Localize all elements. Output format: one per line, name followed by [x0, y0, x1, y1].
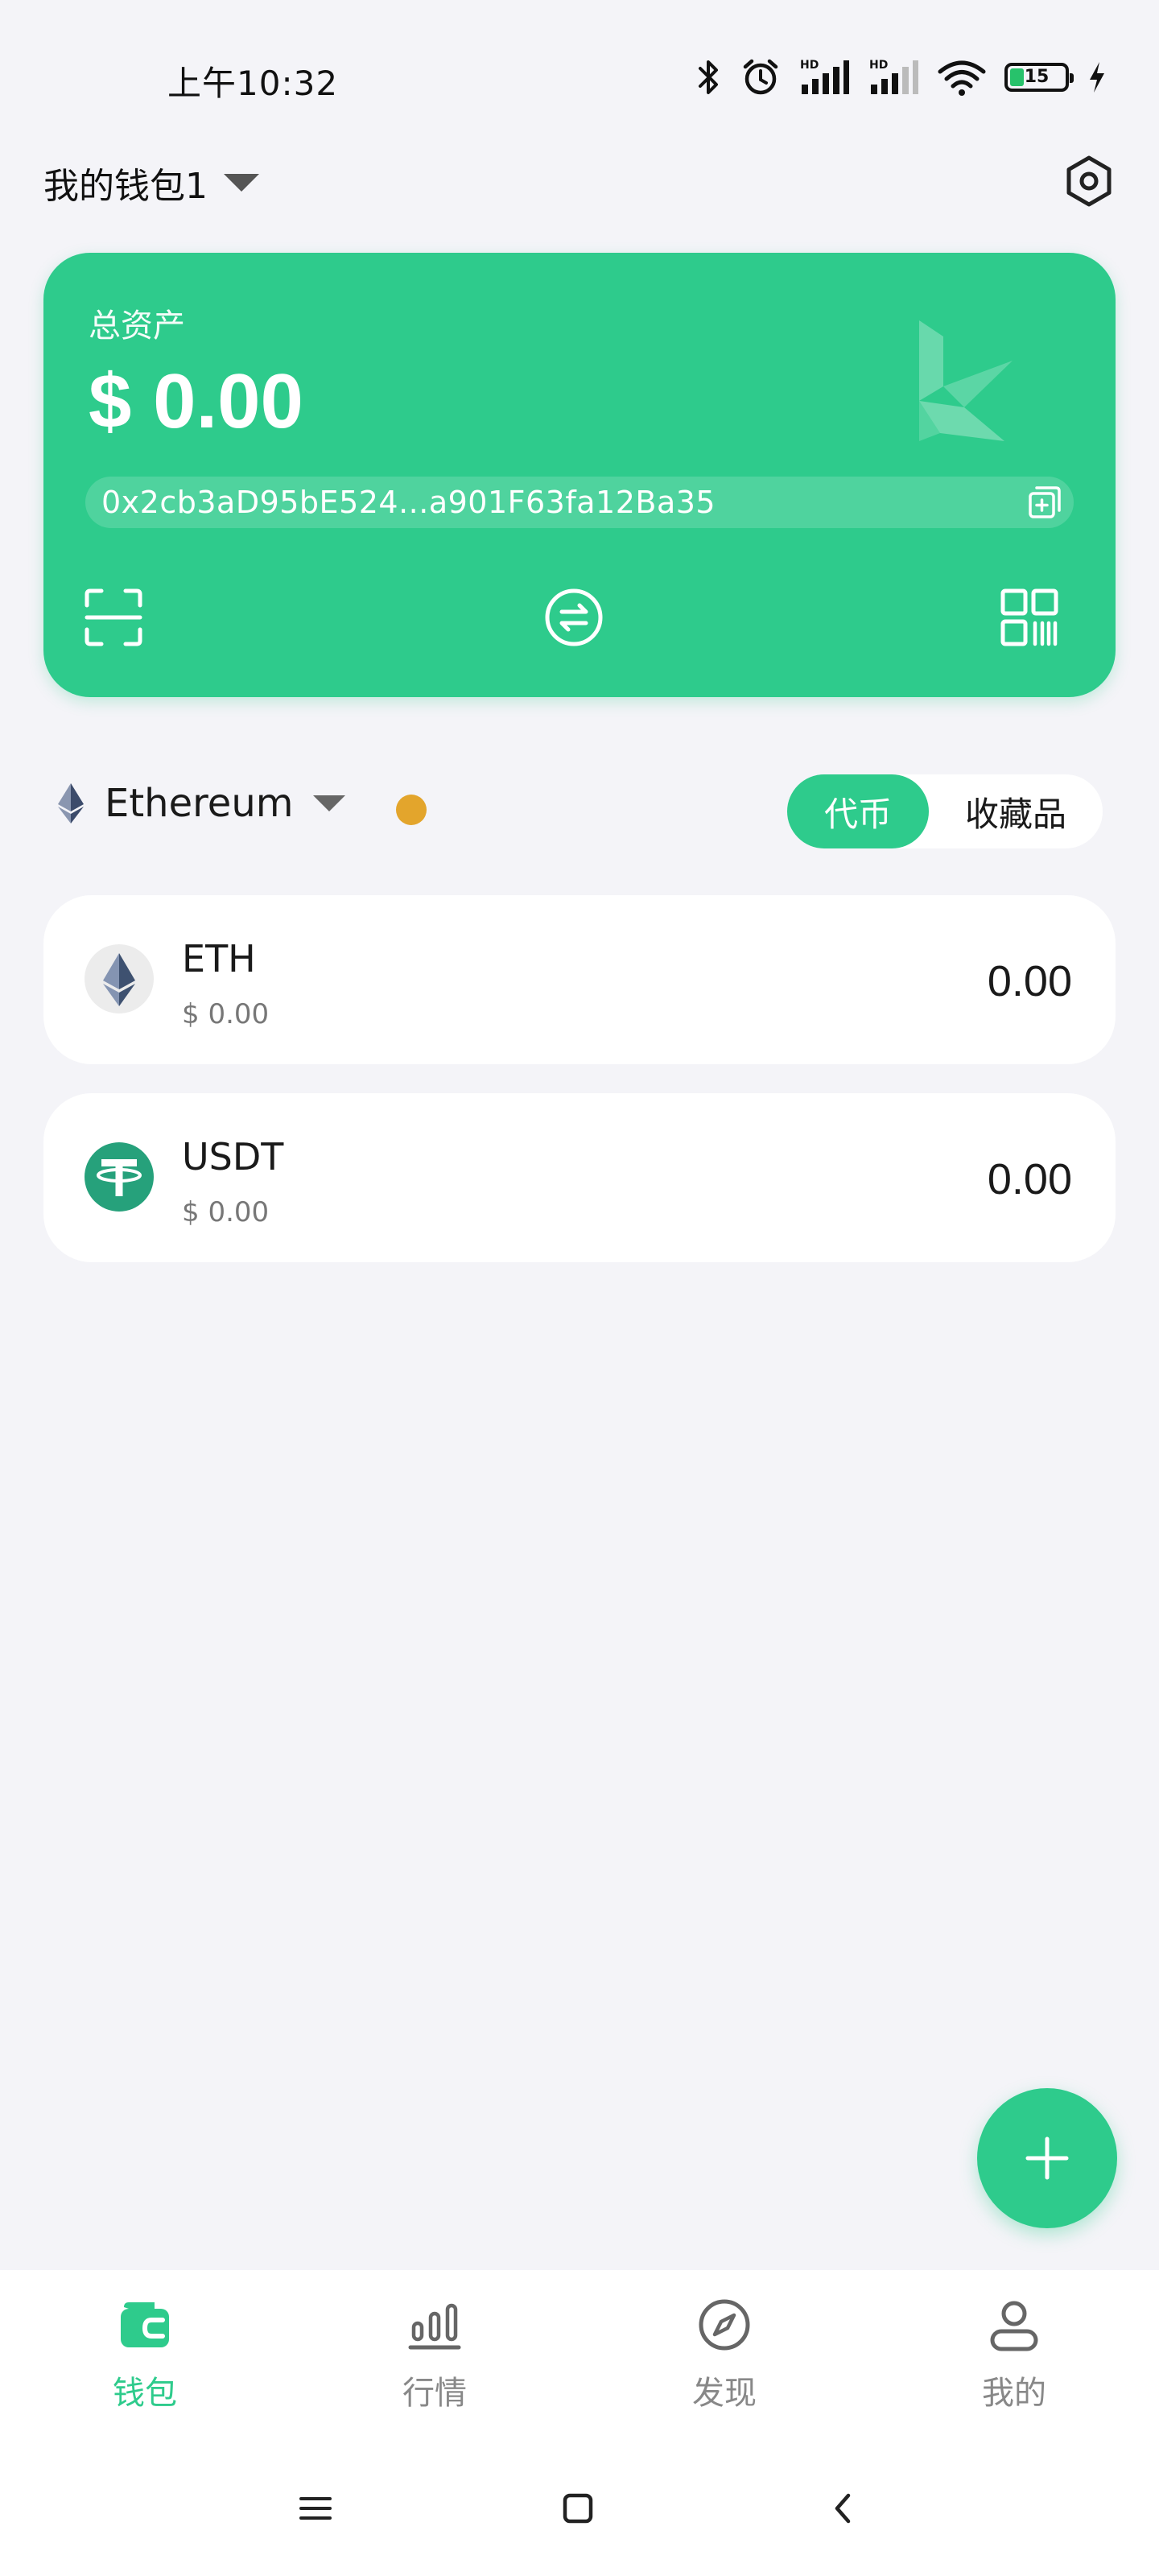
nav-label: 行情 — [402, 2375, 467, 2412]
token-row-eth[interactable]: ETH $ 0.00 0.00 — [43, 895, 1116, 1064]
token-row-usdt[interactable]: USDT $ 0.00 0.00 — [43, 1093, 1116, 1262]
copy-icon[interactable] — [1027, 485, 1062, 520]
token-fiat-value: $ 0.00 — [182, 998, 270, 1030]
total-assets-label: 总资产 — [89, 308, 185, 345]
network-status-dot — [396, 795, 427, 825]
wallet-address-bar[interactable]: 0x2cb3aD95bE524...a901F63fa12Ba35 — [85, 477, 1074, 528]
status-bar: 上午10:32 HD HD 15 — [0, 0, 1159, 153]
system-navigation-bar — [0, 2447, 1159, 2576]
scan-icon[interactable] — [84, 588, 143, 647]
chevron-down-icon — [312, 795, 345, 811]
signal-hd-2-icon: HD — [869, 59, 918, 94]
tether-icon — [85, 1142, 154, 1212]
charging-icon — [1090, 62, 1104, 93]
nav-item-wallet[interactable]: 钱包 — [0, 2270, 290, 2447]
settings-hexagon-icon[interactable] — [1061, 153, 1117, 209]
network-name: Ethereum — [105, 781, 294, 826]
asset-type-tabs: 代币 收藏品 — [787, 774, 1103, 848]
nav-label: 发现 — [692, 2375, 757, 2412]
svg-text:HD: HD — [869, 59, 888, 72]
battery-indicator: 15 — [1004, 63, 1074, 92]
tab-tokens[interactable]: 代币 — [787, 774, 929, 848]
plus-icon — [1025, 2136, 1069, 2180]
svg-text:HD: HD — [800, 59, 819, 72]
add-token-button[interactable] — [977, 2088, 1117, 2228]
nav-item-market[interactable]: 行情 — [290, 2270, 580, 2447]
token-symbol: ETH — [182, 937, 256, 980]
nav-item-discover[interactable]: 发现 — [580, 2270, 869, 2447]
token-balance: 0.00 — [987, 1155, 1072, 1203]
chart-bars-icon — [408, 2303, 461, 2350]
total-assets-value: $ 0.00 — [89, 358, 303, 444]
back-icon[interactable] — [819, 2484, 868, 2533]
wifi-icon — [938, 60, 986, 96]
asset-card: 总资产 $ 0.00 0x2cb3aD95bE524...a901F63fa12… — [43, 253, 1116, 697]
compass-icon — [699, 2299, 750, 2351]
menu-icon[interactable] — [291, 2484, 340, 2533]
bluetooth-icon — [699, 60, 718, 94]
token-fiat-value: $ 0.00 — [182, 1196, 270, 1228]
nav-item-profile[interactable]: 我的 — [869, 2270, 1159, 2447]
ethereum-icon — [85, 944, 154, 1013]
chevron-down-icon — [224, 174, 259, 192]
user-icon — [990, 2301, 1038, 2351]
signal-hd-icon: HD — [800, 59, 849, 94]
token-symbol: USDT — [182, 1135, 284, 1179]
home-icon[interactable] — [554, 2484, 602, 2533]
qr-code-icon[interactable] — [1000, 588, 1059, 647]
brand-logo-icon — [919, 320, 1013, 441]
nav-label: 我的 — [982, 2375, 1046, 2412]
token-balance: 0.00 — [987, 957, 1072, 1005]
nav-label: 钱包 — [113, 2375, 177, 2412]
battery-level: 15 — [1024, 67, 1050, 87]
status-time: 上午10:32 — [167, 64, 339, 103]
tab-collectibles[interactable]: 收藏品 — [929, 774, 1103, 848]
alarm-icon — [743, 59, 778, 95]
swap-icon[interactable] — [544, 588, 604, 647]
wallet-icon — [121, 2302, 169, 2347]
wallet-address: 0x2cb3aD95bE524...a901F63fa12Ba35 — [101, 485, 716, 520]
status-icons: HD HD 15 — [695, 53, 1107, 101]
network-selector[interactable]: Ethereum — [56, 781, 345, 826]
bottom-nav: 钱包 行情 发现 我的 — [0, 2270, 1159, 2447]
wallet-name: 我的钱包1 — [43, 166, 208, 207]
wallet-selector[interactable]: 我的钱包1 — [43, 157, 259, 208]
ethereum-icon — [58, 783, 84, 824]
